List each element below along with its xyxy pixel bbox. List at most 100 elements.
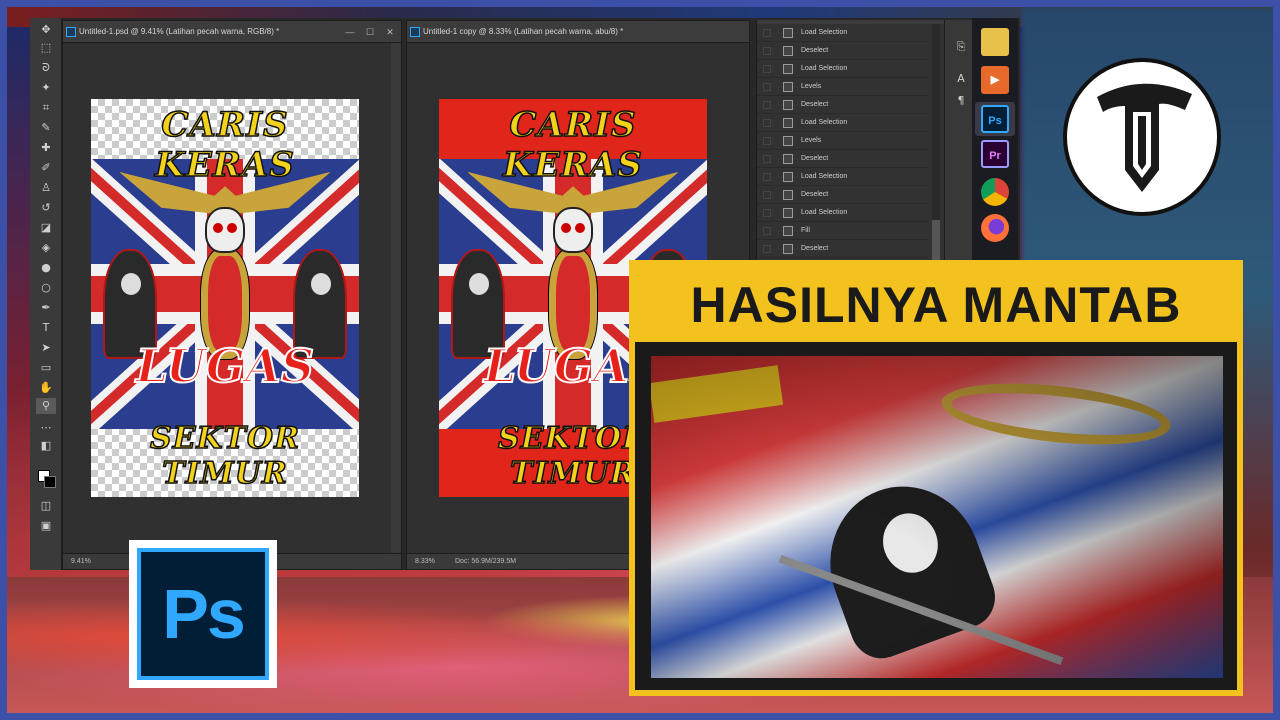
maximize-icon[interactable]: ☐ (363, 21, 377, 43)
artwork-bottom-text: SEKTOR TIMUR (149, 420, 300, 492)
history-brush-tool-icon[interactable]: ↺ (36, 200, 56, 216)
default-colors-icon[interactable]: ◧ (36, 438, 56, 454)
history-snapshot-checkbox[interactable] (763, 29, 771, 37)
document-tab-2[interactable]: Untitled-1 copy @ 8.33% (Latihan pecah w… (407, 21, 749, 43)
history-snapshot-checkbox[interactable] (763, 101, 771, 109)
more-tools-icon[interactable]: ⋯ (36, 420, 56, 436)
healing-tool-icon[interactable]: ✚ (36, 140, 56, 156)
history-item[interactable]: Deselect (757, 186, 929, 204)
history-item[interactable]: Load Selection (757, 24, 929, 42)
history-item[interactable]: Deselect (757, 42, 929, 60)
history-step-icon (783, 226, 793, 236)
history-step-icon (783, 208, 793, 218)
artwork-top-text: CARIS KERAS (154, 104, 295, 186)
history-item[interactable]: Load Selection (757, 60, 929, 78)
history-snapshot-checkbox[interactable] (763, 47, 771, 55)
history-item[interactable]: Load Selection (757, 204, 929, 222)
eraser-tool-icon[interactable]: ◪ (36, 220, 56, 236)
move-tool-icon[interactable]: ✥ (36, 22, 56, 38)
lasso-tool-icon[interactable]: ᘐ (36, 60, 56, 76)
history-snapshot-checkbox[interactable] (763, 191, 771, 199)
paragraph-panel-icon[interactable]: ¶ (953, 94, 969, 108)
skull-graphic (553, 207, 593, 253)
hand-tool-icon[interactable]: ✋ (36, 380, 56, 396)
crop-tool-icon[interactable]: ⌗ (36, 100, 56, 116)
character-panel-icon[interactable]: A (953, 72, 969, 86)
firefox-icon[interactable] (981, 214, 1009, 242)
history-snapshot-checkbox[interactable] (763, 209, 771, 217)
brush-tool-icon[interactable]: ✐ (36, 160, 56, 176)
artwork-mid-text: LUGAS (135, 338, 315, 394)
photoshop-logo-text: Ps (137, 548, 269, 680)
pen-tool-icon[interactable]: ✒ (36, 300, 56, 316)
history-step-icon (783, 118, 793, 128)
path-selection-tool-icon[interactable]: ➤ (36, 340, 56, 356)
history-step-icon (783, 154, 793, 164)
quick-mask-icon[interactable]: ◫ (36, 498, 56, 514)
history-snapshot-checkbox[interactable] (763, 119, 771, 127)
history-item-label: Levels (801, 83, 822, 90)
history-snapshot-checkbox[interactable] (763, 173, 771, 181)
history-step-icon (783, 244, 793, 254)
history-snapshot-checkbox[interactable] (763, 245, 771, 253)
screen-mode-icon[interactable]: ▣ (36, 518, 56, 534)
blur-tool-icon[interactable]: ● (36, 260, 56, 276)
file-explorer-icon[interactable] (981, 28, 1009, 56)
magic-wand-tool-icon[interactable]: ✦ (36, 80, 56, 96)
history-step-icon (783, 100, 793, 110)
history-item-label: Deselect (801, 245, 829, 252)
history-step-icon (783, 172, 793, 182)
history-panel-icon[interactable]: ⎘ (953, 40, 969, 54)
history-item[interactable]: Fill (757, 222, 929, 240)
paint-bucket-tool-icon[interactable]: ◈ (36, 240, 56, 256)
history-snapshot-checkbox[interactable] (763, 137, 771, 145)
history-item[interactable]: Deselect (757, 150, 929, 168)
history-item-label: Load Selection (801, 173, 848, 180)
history-snapshot-checkbox[interactable] (763, 83, 771, 91)
history-step-icon (783, 82, 793, 92)
shape-tool-icon[interactable]: ▭ (36, 360, 56, 376)
media-player-icon[interactable]: ▶ (981, 66, 1009, 94)
skull-graphic (205, 207, 245, 253)
close-icon[interactable]: ✕ (383, 21, 397, 43)
document-tab-title: Untitled-1.psd @ 9.41% (Latihan pecah wa… (79, 27, 280, 36)
chrome-icon[interactable] (981, 178, 1009, 206)
history-item[interactable]: Deselect (757, 96, 929, 114)
history-item[interactable]: Levels (757, 78, 929, 96)
document-tab-title: Untitled-1 copy @ 8.33% (Latihan pecah w… (423, 27, 624, 36)
marquee-tool-icon[interactable]: ⬚ (36, 40, 56, 56)
history-item-label: Load Selection (801, 119, 848, 126)
channel-logo (1063, 58, 1221, 216)
dodge-tool-icon[interactable]: ○ (36, 280, 56, 296)
history-snapshot-checkbox[interactable] (763, 227, 771, 235)
history-item[interactable]: Deselect (757, 240, 929, 258)
result-photo-frame (635, 342, 1237, 690)
history-list: Load Selection Deselect Load Selection Leve… (757, 24, 929, 258)
artwork-canvas-transparent[interactable]: CARIS KERAS LUGAS SEKTOR TIMUR (91, 99, 359, 497)
history-item-label: Fill (801, 227, 810, 234)
eyedropper-tool-icon[interactable]: ✎ (36, 120, 56, 136)
premiere-taskbar-icon[interactable]: Pr (981, 140, 1009, 168)
history-item-label: Deselect (801, 191, 829, 198)
history-item-label: Load Selection (801, 29, 848, 36)
ps-file-icon (410, 27, 420, 37)
history-item[interactable]: Load Selection (757, 114, 929, 132)
background-color-swatch[interactable] (44, 476, 56, 488)
history-item-label: Deselect (801, 101, 829, 108)
stamp-tool-icon[interactable]: ♙ (36, 180, 56, 196)
zoom-level[interactable]: 8.33% (415, 558, 435, 565)
history-item[interactable]: Load Selection (757, 168, 929, 186)
history-snapshot-checkbox[interactable] (763, 65, 771, 73)
history-snapshot-checkbox[interactable] (763, 155, 771, 163)
printed-shirt-photo (651, 356, 1223, 678)
document-scrollbar[interactable] (391, 43, 401, 553)
history-item-label: Levels (801, 137, 822, 144)
history-item[interactable]: Levels (757, 132, 929, 150)
zoom-tool-icon[interactable]: ⚲ (36, 398, 56, 414)
minimize-icon[interactable]: — (343, 21, 357, 43)
type-tool-icon[interactable]: T (36, 320, 56, 336)
zoom-level[interactable]: 9.41% (71, 558, 91, 565)
photoshop-taskbar-icon[interactable]: Ps (981, 105, 1009, 133)
document-size-info[interactable]: Doc: 56.9M/239.5M (455, 554, 516, 570)
history-item-label: Deselect (801, 47, 829, 54)
